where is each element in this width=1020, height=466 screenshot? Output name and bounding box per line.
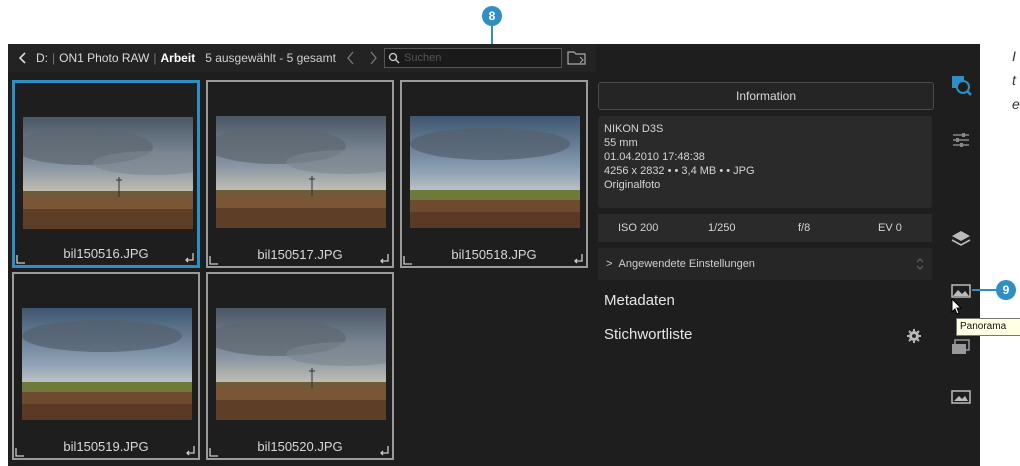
landscape-photo [216,308,386,420]
breadcrumb-separator: | [52,51,56,65]
folder-icon[interactable] [566,49,588,67]
focal-length: 55 mm [604,137,638,149]
app-window: D: | ON1 Photo RAW | Arbeit 5 ausgewählt… [8,44,980,466]
information-tab[interactable]: Information [598,82,934,110]
rotate-left-icon[interactable] [402,254,414,266]
callout-8: 8 [482,6,502,26]
capture-datetime: 01.04.2010 17:48:38 [604,151,705,163]
applied-settings-label: > Angewendete Einstellungen [606,258,755,270]
breadcrumb-subfolder[interactable]: Arbeit [161,51,196,65]
rotate-right-icon[interactable] [183,251,195,263]
browse-search-icon[interactable] [950,74,972,96]
search-icon [388,52,400,64]
mouse-cursor-icon [951,298,963,315]
thumbnail-filename: bil150518.JPG [451,247,537,262]
rotate-right-icon[interactable] [572,252,584,264]
thumbnail-5[interactable]: bil150520.JPG [206,272,394,460]
aperture-value: f/8 [798,222,811,234]
iso-value: ISO 200 [618,222,659,234]
camera-model: NIKON D3S [604,123,664,135]
rotate-right-icon[interactable] [378,252,390,264]
back-chevron-icon[interactable] [16,51,30,65]
adjustments-icon[interactable] [950,128,972,150]
selection-count: 5 ausgewählt - 5 gesamt [205,51,336,65]
thumbnail-3[interactable]: bil150518.JPG [400,80,588,268]
thumbnail-2[interactable]: bil150517.JPG [206,80,394,268]
shutter-value: 1/250 [708,222,736,234]
thumbnail-filename: bil150520.JPG [257,439,343,454]
landscape-photo [216,116,386,228]
ev-value: EV 0 [878,222,902,234]
breadcrumb-folder[interactable]: ON1 Photo RAW [59,51,149,65]
rotate-left-icon[interactable] [208,254,220,266]
next-chevron-icon[interactable] [366,51,380,65]
keyword-list-label: Stichwortliste [604,326,693,343]
gear-icon[interactable] [906,328,922,344]
side-text-line-3: e [1012,96,1020,112]
file-type: Originalfoto [604,179,661,191]
search-input[interactable]: Suchen [384,48,562,68]
layers-icon[interactable] [950,228,972,250]
side-text-line-1: I [1012,48,1016,64]
rotate-left-icon[interactable] [208,446,220,458]
callout-9-line [972,289,998,291]
image-icon[interactable] [950,386,972,408]
stack-icon[interactable] [950,336,972,358]
rotate-right-icon[interactable] [184,444,196,456]
thumbnail-1[interactable]: bil150516.JPG [12,80,200,268]
expand-collapse-icon[interactable] [916,258,924,270]
breadcrumb-separator: | [153,51,157,65]
landscape-photo [23,117,193,229]
search-placeholder: Suchen [404,52,442,64]
right-toolbar [944,68,980,466]
thumbnail-filename: bil150516.JPG [63,246,149,261]
thumbnail-4[interactable]: bil150519.JPG [12,272,200,460]
rotate-left-icon[interactable] [14,446,26,458]
landscape-photo [22,308,192,420]
info-panel: Information NIKON D3S 55 mm 01.04.2010 1… [596,80,936,380]
breadcrumb-drive[interactable]: D: [36,51,48,65]
keyword-list-section[interactable]: Stichwortliste [598,322,932,350]
file-details: 4256 x 2832 • • 3,4 MB • • JPG [604,165,755,177]
metadata-label: Metadaten [604,292,675,309]
rotate-left-icon[interactable] [15,253,27,265]
panorama-tooltip: Panorama [956,318,1020,336]
callout-9: 9 [996,280,1016,300]
thumbnail-filename: bil150519.JPG [63,439,149,454]
exif-bar: ISO 200 1/250 f/8 EV 0 [598,214,932,242]
side-text-line-2: t [1012,72,1016,88]
thumbnail-filename: bil150517.JPG [257,247,343,262]
landscape-photo [410,116,580,228]
applied-settings-row[interactable]: > Angewendete Einstellungen [598,248,932,280]
file-metadata-block: NIKON D3S 55 mm 01.04.2010 17:48:38 4256… [598,116,932,208]
rotate-right-icon[interactable] [378,444,390,456]
metadata-section[interactable]: Metadaten [598,288,932,316]
previous-chevron-icon[interactable] [344,51,358,65]
